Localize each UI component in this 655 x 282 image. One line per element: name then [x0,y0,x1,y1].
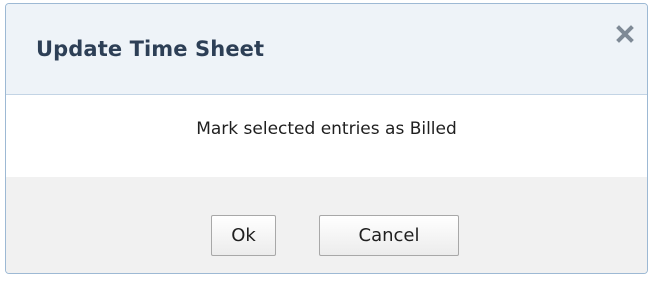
cancel-button[interactable]: Cancel [319,215,459,256]
dialog-body: Mark selected entries as Billed [6,95,647,177]
dialog-title: Update Time Sheet [36,37,265,61]
update-time-sheet-dialog: Update Time Sheet Mark selected entries … [5,3,648,274]
dialog-message: Mark selected entries as Billed [196,119,457,139]
ok-button[interactable]: Ok [211,215,276,256]
dialog-titlebar: Update Time Sheet [6,4,647,95]
dialog-footer: Ok Cancel [6,177,647,273]
close-icon-glyph [616,25,634,43]
close-icon[interactable] [611,20,639,48]
